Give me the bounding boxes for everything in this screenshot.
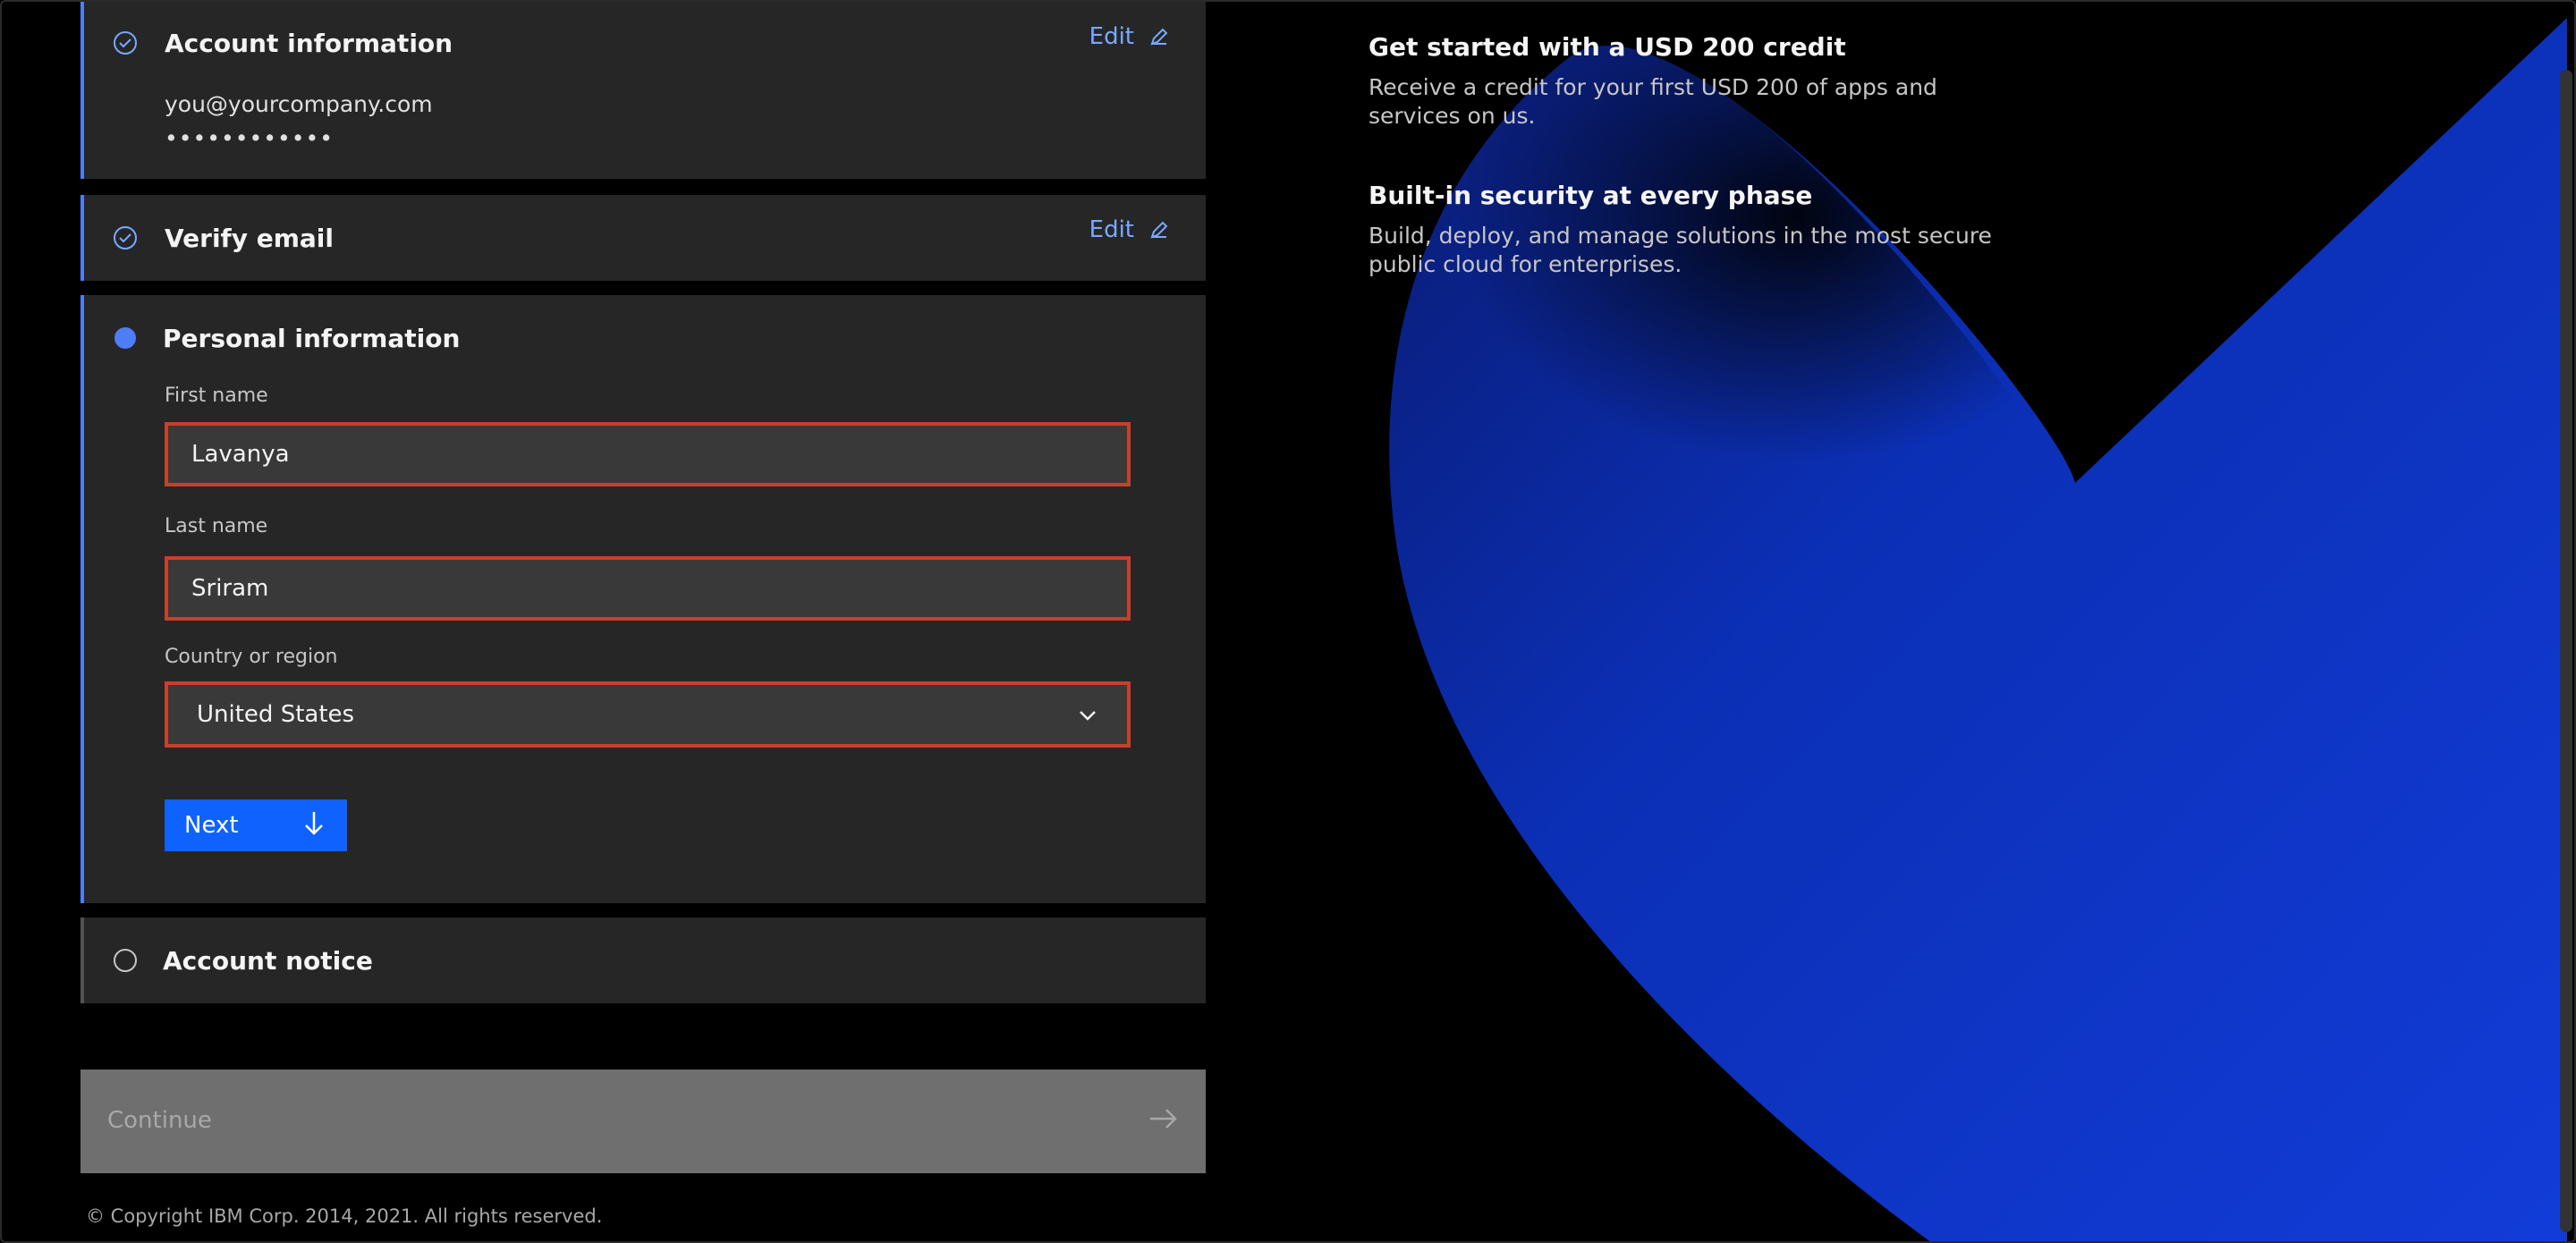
step-account-notice[interactable]: Account notice bbox=[80, 917, 1206, 1003]
step-title: Account notice bbox=[163, 946, 373, 976]
continue-button-label: Continue bbox=[107, 1107, 212, 1134]
check-circle-icon bbox=[114, 31, 137, 55]
arrow-right-icon bbox=[1150, 1109, 1177, 1129]
next-button[interactable]: Next bbox=[165, 799, 347, 851]
last-name-label: Last name bbox=[165, 515, 268, 537]
check-circle-icon bbox=[114, 226, 137, 249]
first-name-label: First name bbox=[165, 385, 268, 407]
country-label: Country or region bbox=[165, 646, 338, 668]
chevron-down-icon bbox=[1080, 711, 1096, 721]
edit-verify-link[interactable]: Edit bbox=[1089, 216, 1170, 243]
continue-button[interactable]: Continue bbox=[80, 1070, 1206, 1173]
edit-label: Edit bbox=[1089, 23, 1134, 50]
step-account-information: Account information Edit you@yourcompany… bbox=[80, 0, 1206, 179]
step-personal-information: Personal information First name Last nam… bbox=[80, 295, 1206, 903]
account-email: you@yourcompany.com bbox=[165, 91, 433, 117]
last-name-input[interactable] bbox=[165, 556, 1131, 621]
feature-desc-credit: Receive a credit for your first USD 200 … bbox=[1368, 74, 1937, 129]
empty-circle-icon bbox=[114, 949, 137, 972]
edit-account-link[interactable]: Edit bbox=[1089, 23, 1170, 50]
pencil-icon bbox=[1150, 221, 1168, 239]
filled-dot-icon bbox=[114, 327, 136, 349]
country-select[interactable]: United States bbox=[165, 681, 1131, 748]
scrollbar[interactable] bbox=[2560, 70, 2572, 1232]
feature-desc-security: Build, deploy, and manage solutions in t… bbox=[1368, 223, 1992, 277]
copyright-text: © Copyright IBM Corp. 2014, 2021. All ri… bbox=[86, 1205, 603, 1227]
first-name-input[interactable] bbox=[165, 422, 1131, 486]
country-select-value: United States bbox=[197, 701, 355, 728]
step-title: Personal information bbox=[163, 324, 461, 353]
account-password-mask: •••••••••••• bbox=[165, 125, 334, 151]
step-title: Verify email bbox=[165, 224, 334, 253]
feature-title-security: Built-in security at every phase bbox=[1368, 181, 1813, 210]
step-verify-email: Verify email Edit bbox=[80, 195, 1206, 281]
step-title: Account information bbox=[165, 29, 453, 58]
feature-title-credit: Get started with a USD 200 credit bbox=[1368, 32, 1846, 62]
next-button-label: Next bbox=[184, 812, 239, 839]
pencil-icon bbox=[1150, 28, 1168, 46]
arrow-down-icon bbox=[305, 812, 323, 835]
edit-label: Edit bbox=[1089, 216, 1134, 243]
